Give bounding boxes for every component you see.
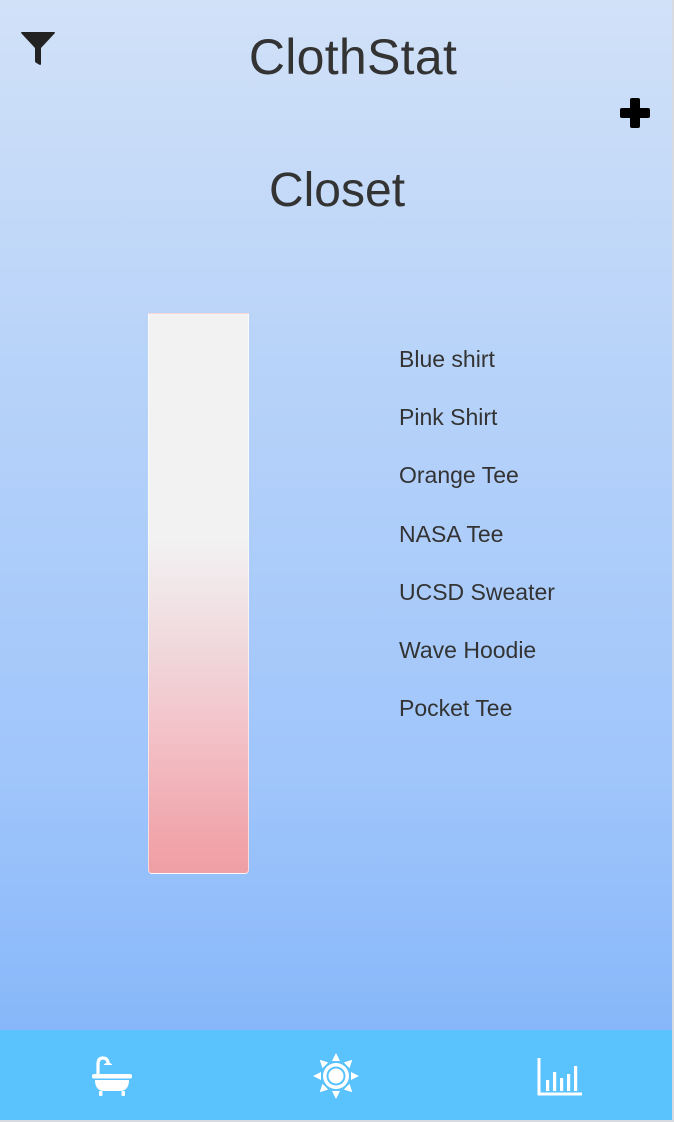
page-title: Closet — [268, 164, 406, 217]
bathtub-icon — [92, 1056, 132, 1096]
clothes-list: Blue shirt Pink Shirt Orange Tee NASA Te… — [399, 343, 555, 750]
add-item-button[interactable] — [618, 96, 652, 130]
app-screen: ClothStat Closet Blue shirt Pink Shirt O… — [0, 0, 674, 1122]
nav-stats-button[interactable] — [536, 1052, 584, 1100]
sun-icon — [313, 1053, 359, 1099]
list-item-pink-shirt[interactable]: Pink Shirt — [399, 401, 555, 459]
nav-weather-button[interactable] — [312, 1052, 360, 1100]
list-item-pocket-tee[interactable]: Pocket Tee — [399, 692, 555, 750]
plus-icon — [620, 98, 650, 128]
nav-laundry-button[interactable] — [88, 1052, 136, 1100]
app-title: ClothStat — [248, 29, 458, 85]
list-item-nasa-tee[interactable]: NASA Tee — [399, 518, 555, 576]
wear-meter-bar — [148, 313, 249, 874]
list-item-blue-shirt[interactable]: Blue shirt — [399, 343, 555, 401]
list-item-wave-hoodie[interactable]: Wave Hoodie — [399, 634, 555, 692]
list-item-orange-tee[interactable]: Orange Tee — [399, 459, 555, 517]
list-item-ucsd-sweater[interactable]: UCSD Sweater — [399, 576, 555, 634]
bottom-nav — [0, 1030, 672, 1120]
bar-chart-icon — [537, 1058, 582, 1096]
